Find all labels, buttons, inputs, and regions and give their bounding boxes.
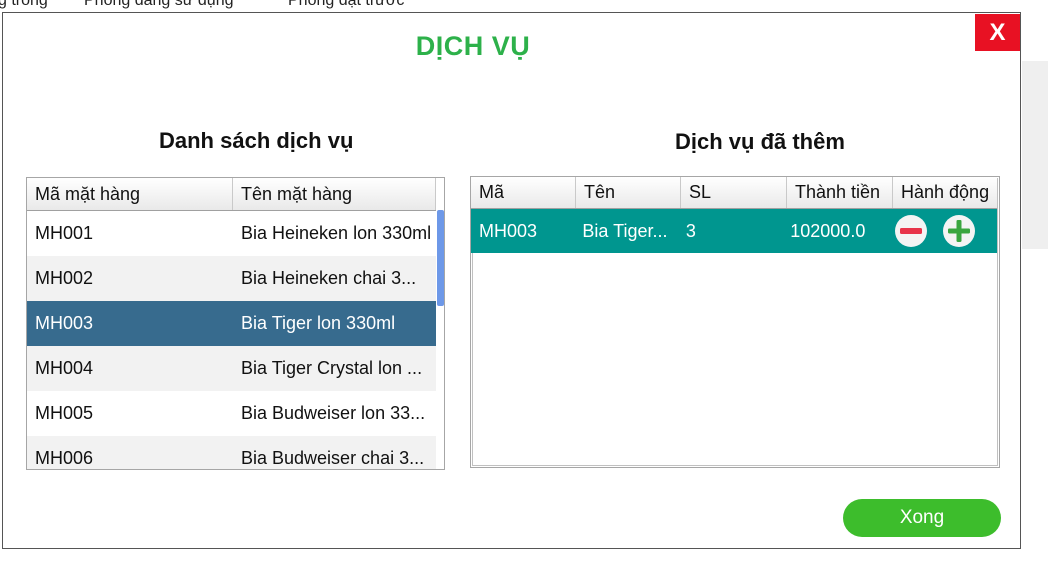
services-list-table[interactable]: Mã mặt hàng Tên mặt hàng MH001 Bia Heine… bbox=[26, 177, 445, 470]
item-code-cell: MH004 bbox=[35, 358, 94, 378]
item-name-cell: Bia Tiger lon 330ml bbox=[241, 313, 396, 333]
item-code-cell: MH005 bbox=[35, 403, 94, 423]
item-code-cell: MH001 bbox=[35, 223, 94, 243]
column-header-code[interactable]: Mã bbox=[471, 177, 576, 208]
item-name-cell: Bia Budweiser chai 3... bbox=[241, 448, 425, 468]
added-quantity-cell: 3 bbox=[685, 221, 696, 241]
actions-cell bbox=[887, 209, 997, 253]
decrease-quantity-button[interactable] bbox=[894, 215, 927, 247]
services-list-title: Danh sách dịch vụ bbox=[159, 128, 354, 153]
table-row[interactable]: MH001 Bia Heineken lon 330ml bbox=[27, 211, 436, 256]
services-list-header: Mã mặt hàng Tên mặt hàng bbox=[27, 178, 436, 211]
column-header-total[interactable]: Thành tiền bbox=[787, 177, 893, 208]
column-header-item-name[interactable]: Tên mặt hàng bbox=[233, 178, 436, 210]
close-button[interactable]: X bbox=[975, 14, 1020, 51]
item-code-cell: MH002 bbox=[35, 268, 94, 288]
item-name-cell: Bia Budweiser lon 33... bbox=[241, 403, 426, 423]
added-name-cell: Bia Tiger... bbox=[582, 221, 668, 241]
table-row[interactable]: MH006 Bia Budweiser chai 3... bbox=[27, 436, 436, 469]
table-row[interactable]: MH004 Bia Tiger Crystal lon ... bbox=[27, 346, 436, 391]
added-code-cell: MH003 bbox=[479, 221, 538, 241]
column-header-actions[interactable]: Hành động bbox=[893, 177, 997, 208]
item-name-cell: Bia Tiger Crystal lon ... bbox=[241, 358, 423, 378]
dialog-title: DỊCH VỤ bbox=[415, 31, 531, 61]
added-total-cell: 102000.0 bbox=[790, 221, 866, 241]
plus-circle-icon bbox=[943, 216, 974, 246]
close-icon: X bbox=[989, 18, 1006, 46]
vertical-scrollbar[interactable] bbox=[437, 210, 444, 306]
table-row[interactable]: MH003 Bia Tiger... 3 102000.0 bbox=[471, 209, 997, 253]
item-code-cell: MH006 bbox=[35, 448, 94, 468]
table-row[interactable]: MH005 Bia Budweiser lon 33... bbox=[27, 391, 436, 436]
table-row[interactable]: MH002 Bia Heineken chai 3... bbox=[27, 256, 436, 301]
added-services-title: Dịch vụ đã thêm bbox=[675, 129, 845, 154]
item-name-cell: Bia Heineken chai 3... bbox=[241, 268, 417, 288]
column-header-quantity[interactable]: SL bbox=[681, 177, 787, 208]
table-row-selected[interactable]: MH003 Bia Tiger lon 330ml bbox=[27, 301, 436, 346]
increase-quantity-button[interactable] bbox=[942, 215, 975, 247]
item-name-cell: Bia Heineken lon 330ml bbox=[241, 223, 432, 243]
done-button[interactable]: Xong bbox=[843, 499, 1001, 537]
background-panel bbox=[1022, 61, 1048, 249]
column-header-item-code[interactable]: Mã mặt hàng bbox=[27, 178, 233, 210]
background-tab-empty-rooms: g trống bbox=[0, 0, 48, 9]
background-tab-reserved-rooms: Phòng đặt trước bbox=[288, 0, 405, 9]
added-services-table[interactable]: Mã Tên SL Thành tiền Hành động MH003 Bia… bbox=[470, 176, 1000, 468]
added-services-header: Mã Tên SL Thành tiền Hành động bbox=[471, 177, 997, 209]
minus-circle-icon bbox=[895, 216, 926, 246]
column-header-name[interactable]: Tên bbox=[576, 177, 681, 208]
services-dialog: X DỊCH VỤ Danh sách dịch vụ Dịch vụ đã t… bbox=[2, 12, 1021, 549]
item-code-cell: MH003 bbox=[35, 313, 94, 333]
background-tab-rooms-in-use: Phòng đang sử dụng bbox=[84, 0, 234, 9]
